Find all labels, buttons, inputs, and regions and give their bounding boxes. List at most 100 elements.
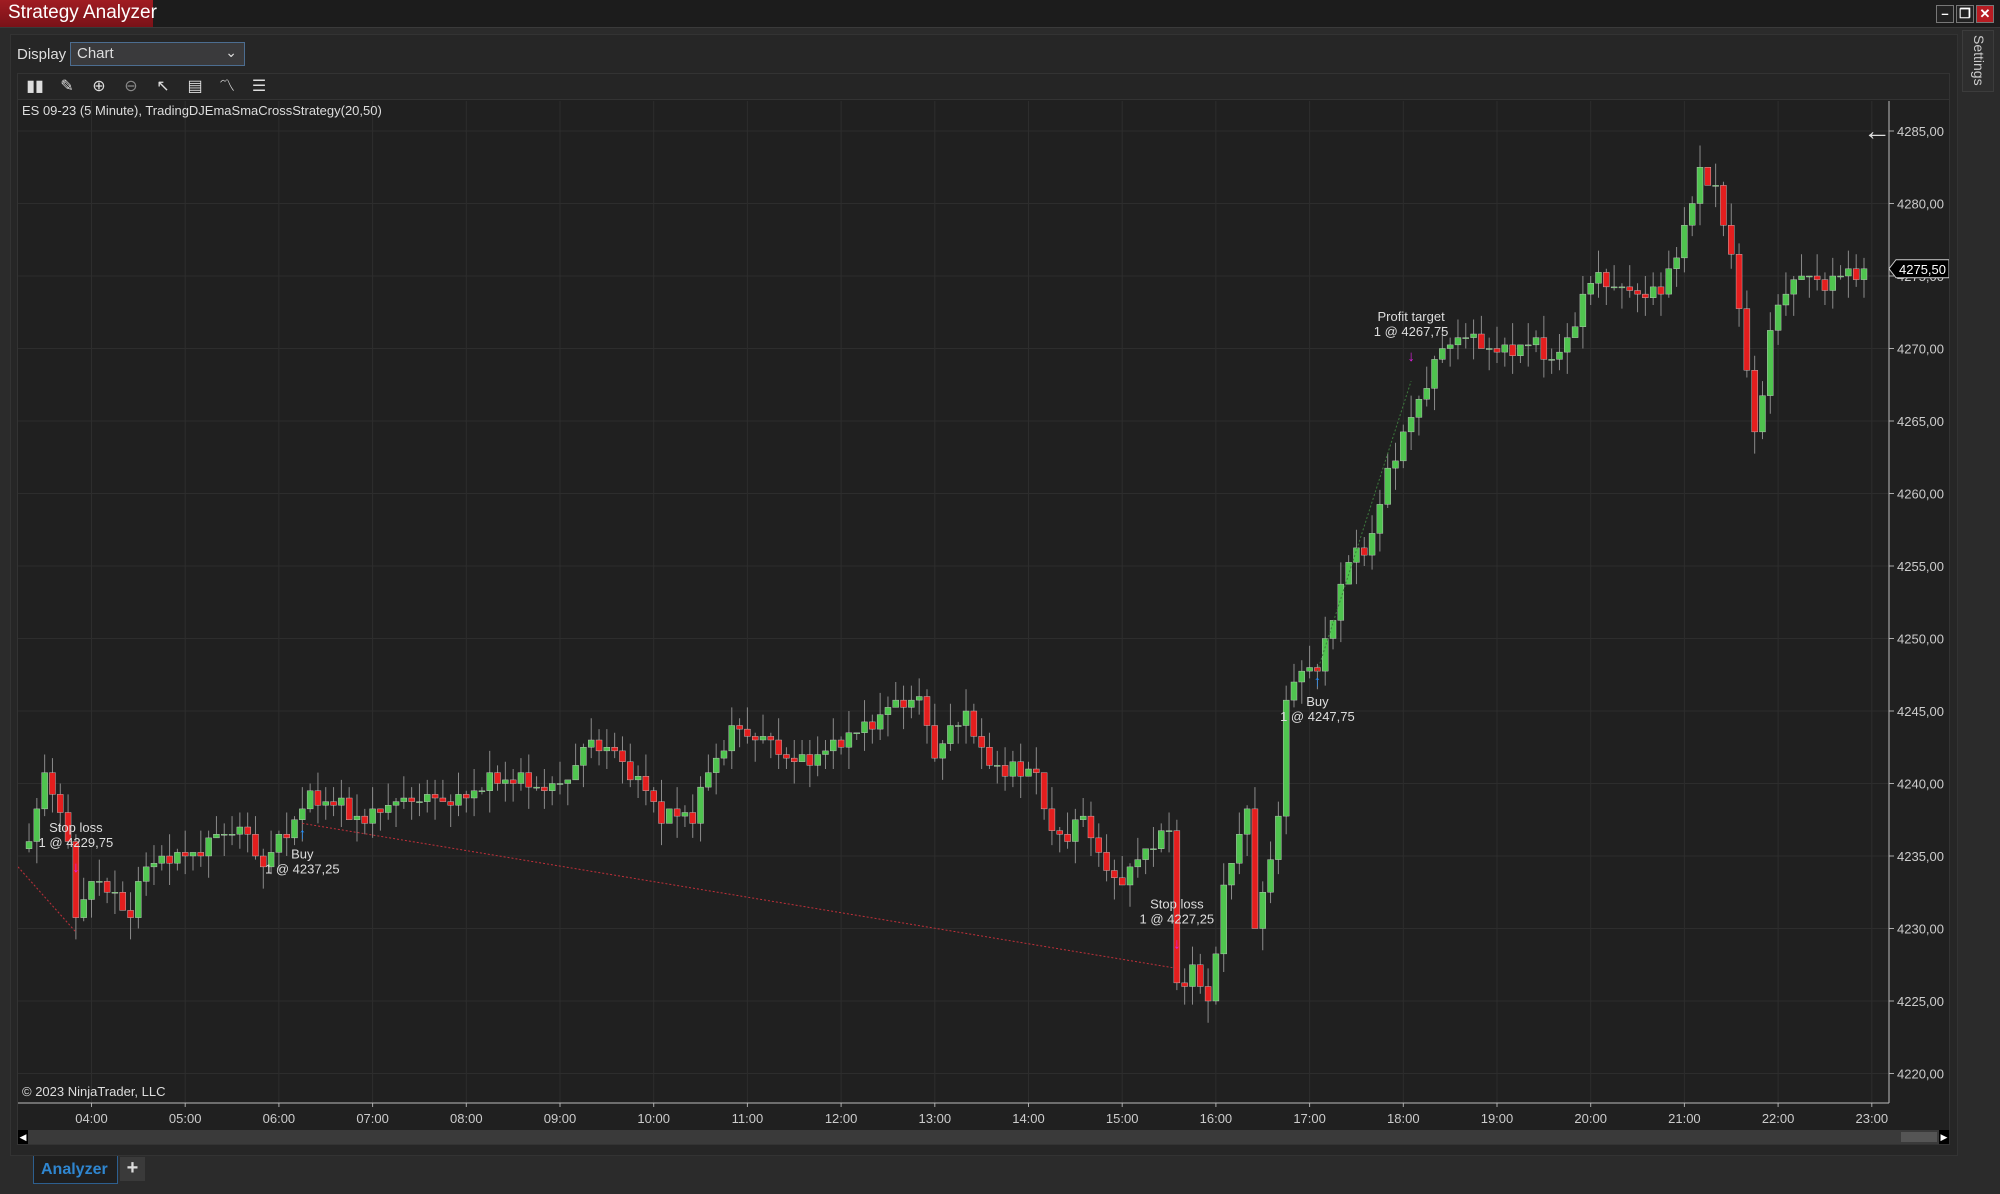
candle-up — [1525, 344, 1532, 347]
candle-down — [767, 736, 775, 741]
candle-up — [548, 783, 556, 791]
candle-up — [1649, 286, 1657, 298]
price-tick-label: 4225,00 — [1897, 994, 1944, 1009]
restore-button[interactable]: ❐ — [1956, 5, 1974, 23]
candle-up — [338, 797, 345, 806]
candle-up — [1712, 185, 1719, 187]
candle-up — [814, 754, 821, 766]
minimize-button[interactable]: – — [1936, 5, 1954, 23]
candle-up — [556, 783, 564, 785]
candle-up — [759, 736, 767, 741]
candle-down — [1751, 370, 1758, 433]
price-tick-label: 4285,00 — [1897, 124, 1944, 139]
candle-down — [736, 725, 743, 730]
price-chart[interactable]: 4285,004280,004275,004270,004265,004260,… — [18, 74, 1949, 1130]
candle-up — [1236, 834, 1243, 864]
candle-down — [1095, 837, 1102, 853]
execution-title: Buy — [291, 846, 314, 861]
candle-up — [853, 732, 860, 734]
price-tick-label: 4280,00 — [1897, 197, 1944, 212]
candle-down — [119, 892, 126, 911]
candle-up — [681, 812, 689, 817]
candle-down — [1813, 275, 1821, 280]
candle-up — [1446, 344, 1454, 349]
candle-up — [1790, 279, 1797, 295]
candle-up — [1228, 863, 1235, 886]
candle-down — [1478, 333, 1485, 349]
plot-background — [18, 101, 1889, 1103]
candle-down — [970, 710, 978, 737]
chart-panel[interactable]: ▮▮ ✎ ⊕ ⊖ ↖ ▤ 〽 ☰ 4285,004280,004275,0042… — [17, 73, 1950, 1145]
candle-up — [322, 801, 329, 806]
candle-down — [1657, 286, 1665, 295]
candle-down — [447, 801, 454, 806]
candle-down — [244, 826, 251, 835]
candle-up — [400, 797, 408, 802]
candle-up — [1610, 286, 1618, 289]
time-tick-label: 21:00 — [1668, 1111, 1701, 1126]
candle-down — [361, 815, 368, 824]
close-button[interactable]: ✕ — [1976, 5, 1994, 23]
candle-up — [572, 765, 579, 781]
candle-down — [900, 699, 907, 708]
candle-up — [1767, 330, 1774, 396]
candle-up — [884, 707, 892, 715]
candle-down — [314, 790, 322, 806]
candle-down — [345, 797, 353, 820]
candle-up — [1782, 293, 1790, 306]
candle-up — [1431, 359, 1438, 389]
candle-down — [837, 739, 845, 748]
candle-up — [1072, 819, 1079, 842]
tab-analyzer[interactable]: Analyzer — [33, 1156, 118, 1184]
candle-down — [1033, 768, 1040, 773]
execution-title: Stop loss — [49, 820, 103, 835]
time-tick-label: 12:00 — [825, 1111, 858, 1126]
candle-up — [962, 710, 970, 726]
title-bar: Strategy Analyzer – ❐ ✕ — [0, 0, 2000, 28]
price-tick-label: 4235,00 — [1897, 849, 1944, 864]
candle-down — [595, 739, 603, 752]
candle-down — [252, 834, 259, 857]
candle-up — [517, 772, 525, 784]
scroll-right-icon[interactable]: ▶ — [1939, 1130, 1949, 1144]
execution-title: Buy — [1306, 694, 1329, 709]
add-tab-button[interactable]: + — [120, 1157, 145, 1181]
display-select-value: Chart — [77, 45, 114, 62]
candle-up — [455, 794, 462, 806]
back-arrow-icon[interactable]: ← — [1863, 115, 1891, 146]
candle-up — [1501, 344, 1509, 353]
candle-up — [135, 881, 142, 918]
candle-down — [673, 808, 681, 817]
scroll-thumb[interactable] — [1901, 1132, 1937, 1142]
candle-up — [353, 815, 361, 820]
settings-side-tab[interactable]: Settings — [1962, 30, 1994, 92]
candle-up — [80, 899, 87, 918]
candle-up — [1454, 337, 1462, 346]
candle-up — [666, 808, 673, 824]
execution-detail: 1 @ 4237,25 — [265, 861, 340, 876]
candle-up — [1306, 667, 1313, 672]
candle-down — [1735, 254, 1743, 309]
candle-down — [1048, 808, 1056, 831]
candle-down — [330, 801, 337, 806]
exit-arrow-icon: ↓ — [1407, 348, 1415, 365]
candle-up — [705, 772, 712, 788]
candle-up — [306, 790, 314, 810]
display-select[interactable]: Chart ⌄ — [70, 42, 245, 66]
candle-down — [377, 808, 384, 813]
candle-up — [1423, 388, 1430, 400]
scroll-left-icon[interactable]: ◀ — [18, 1130, 28, 1144]
candle-up — [1337, 583, 1345, 621]
price-tick-label: 4255,00 — [1897, 559, 1944, 574]
candle-up — [1345, 562, 1352, 585]
horizontal-scrollbar[interactable]: ◀ ▶ — [18, 1130, 1949, 1144]
candle-down — [1197, 964, 1204, 987]
candle-up — [1392, 460, 1399, 469]
candle-up — [1384, 467, 1391, 505]
time-tick-label: 05:00 — [169, 1111, 202, 1126]
candle-up — [728, 725, 735, 752]
candle-down — [283, 834, 290, 839]
candle-down — [791, 757, 798, 762]
exit-arrow-icon: ↓ — [1173, 935, 1181, 952]
candle-up — [1150, 848, 1157, 850]
